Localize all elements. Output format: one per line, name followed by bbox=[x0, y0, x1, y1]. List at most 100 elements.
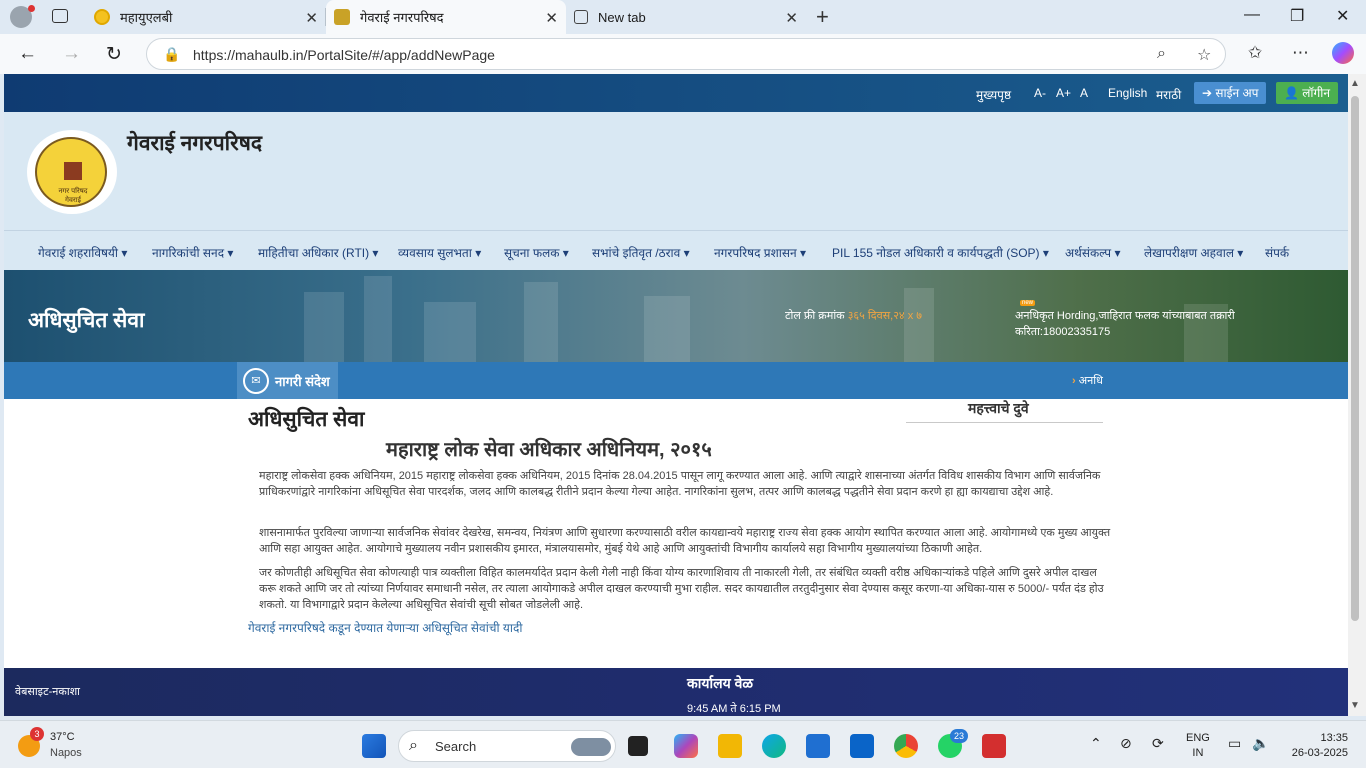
notified-services-list-link[interactable]: गेवराई नगरपरिषदे कडून देण्यात येणाऱ्या अ… bbox=[248, 619, 522, 636]
banner-building bbox=[644, 296, 690, 362]
news-marquee[interactable]: › अनधि bbox=[1072, 373, 1103, 388]
banner-building bbox=[904, 288, 934, 362]
english-language-link[interactable]: English bbox=[1108, 86, 1147, 100]
display-icon[interactable]: ▭ bbox=[1228, 735, 1241, 752]
whatsapp-badge: 23 bbox=[950, 729, 968, 743]
region-code: IN bbox=[1192, 747, 1204, 759]
scrollbar-thumb[interactable] bbox=[1351, 96, 1359, 621]
page-subheading: महाराष्ट्र लोक सेवा अधिकार अधिनियम, २०१५ bbox=[386, 439, 712, 461]
menu-item-notice-board[interactable]: सूचना फलक ▾ bbox=[504, 244, 569, 261]
font-increase-button[interactable]: A+ bbox=[1056, 86, 1071, 100]
url-text[interactable]: https://mahaulb.in/PortalSite/#/app/addN… bbox=[193, 47, 495, 63]
outlook-icon[interactable] bbox=[850, 734, 874, 758]
login-button[interactable]: 👤 लॉगीन bbox=[1276, 82, 1339, 104]
acrobat-icon[interactable] bbox=[982, 734, 1006, 758]
close-tab-icon[interactable]: ✕ bbox=[545, 9, 558, 27]
font-decrease-button[interactable]: A- bbox=[1034, 86, 1046, 100]
back-arrow-icon[interactable]: ← bbox=[18, 43, 37, 65]
font-normal-button[interactable]: A bbox=[1080, 86, 1088, 100]
favorites-icon[interactable]: ✩ bbox=[1248, 43, 1262, 63]
municipal-logo[interactable]: नगर परिषद गेवराई bbox=[27, 130, 117, 214]
copilot-app-icon[interactable] bbox=[674, 734, 698, 758]
site-info-icon[interactable]: 🔒 bbox=[163, 46, 180, 63]
menu-item-contact[interactable]: संपर्क bbox=[1265, 244, 1289, 261]
chrome-icon[interactable] bbox=[894, 734, 918, 758]
menu-item-budget[interactable]: अर्थसंकल्प ▾ bbox=[1065, 244, 1121, 261]
logo-text: नगर परिषद गेवराई bbox=[58, 188, 88, 204]
forward-arrow-icon[interactable]: → bbox=[62, 43, 81, 65]
menu-item-pil-155[interactable]: PIL 155 नोडल अधिकारी व कार्यपद्धती (SOP)… bbox=[832, 244, 1049, 261]
menu-item-ease-of-business[interactable]: व्यवसाय सुलभता ▾ bbox=[398, 244, 481, 261]
browser-tab-newtab[interactable]: New tab ✕ bbox=[566, 0, 806, 34]
chevron-right-icon: › bbox=[1072, 375, 1079, 387]
menu-item-meeting-minutes[interactable]: सभांचे इतिवृत /ठराव ▾ bbox=[592, 244, 690, 261]
clock-date: 26-03-2025 bbox=[1291, 747, 1348, 759]
toll-free-value: ३६५ दिवस,२४ x ७ bbox=[847, 310, 922, 322]
taskbar-search[interactable]: ⌕ Search bbox=[398, 730, 616, 762]
sitemap-link[interactable]: वेबसाइट-नकाशा bbox=[15, 684, 80, 699]
close-tab-icon[interactable]: ✕ bbox=[305, 9, 318, 27]
copilot-icon[interactable] bbox=[1332, 42, 1354, 64]
restore-icon[interactable]: ❐ bbox=[1290, 6, 1304, 26]
marathi-language-link[interactable]: मराठी bbox=[1156, 86, 1181, 103]
show-hidden-icons-chevron-icon[interactable]: ⌃ bbox=[1090, 735, 1102, 752]
scroll-down-icon[interactable]: ▼ bbox=[1350, 700, 1360, 711]
network-off-icon[interactable]: ⊘ bbox=[1120, 735, 1132, 752]
banner-building bbox=[364, 276, 392, 362]
volume-icon[interactable]: 🔈 bbox=[1252, 735, 1269, 752]
task-view-icon[interactable] bbox=[628, 736, 648, 756]
menu-item-about-city[interactable]: गेवराई शहराविषयी ▾ bbox=[38, 244, 127, 261]
zoom-icon[interactable]: ⌕ bbox=[1157, 45, 1166, 63]
signin-arrow-icon: ➔ bbox=[1202, 86, 1216, 100]
workspaces-icon[interactable] bbox=[52, 9, 68, 23]
citizen-news-label: ✉ नागरी संदेश bbox=[237, 362, 338, 399]
weather-temp: 37°C bbox=[50, 731, 75, 743]
address-bar[interactable]: 🔒 https://mahaulb.in/PortalSite/#/app/ad… bbox=[146, 38, 1226, 70]
microsoft-store-icon[interactable] bbox=[806, 734, 830, 758]
web-page: मुख्यपृष्ठ A- A+ A English मराठी ➔ साईन … bbox=[4, 74, 1348, 716]
logo-emblem: नगर परिषद गेवराई bbox=[35, 137, 107, 207]
toll-free-info: टोल फ्री क्रमांक ३६५ दिवस,२४ x ७ bbox=[785, 308, 922, 323]
scroll-up-icon[interactable]: ▲ bbox=[1350, 78, 1360, 89]
menu-item-rti[interactable]: माहितीचा अधिकार (RTI) ▾ bbox=[258, 244, 378, 261]
tab-title: महायुएलबी bbox=[120, 10, 173, 25]
office-hours-title: कार्यालय वेळ bbox=[687, 675, 754, 691]
main-content: अधिसुचित सेवा महाराष्ट्र लोक सेवा अधिकार… bbox=[4, 399, 1348, 668]
content-paragraph: जर कोणतीही अधिसूचित सेवा कोणत्याही पात्र… bbox=[259, 567, 1104, 611]
menu-item-audit-report[interactable]: लेखापरीक्षण अहवाल ▾ bbox=[1144, 244, 1243, 261]
search-highlight-image bbox=[571, 738, 611, 756]
file-explorer-icon[interactable] bbox=[718, 734, 742, 758]
site-favicon-icon bbox=[94, 9, 110, 25]
office-hours-value: 9:45 AM ते 6:15 PM bbox=[687, 703, 781, 715]
user-icon: 👤 bbox=[1284, 86, 1303, 100]
language-indicator[interactable]: ENG IN bbox=[1186, 731, 1210, 761]
browser-tab-mahaulb[interactable]: महायुएलबी ✕ bbox=[86, 0, 326, 34]
top-utility-bar: मुख्यपृष्ठ A- A+ A English मराठी ➔ साईन … bbox=[4, 74, 1348, 112]
home-link[interactable]: मुख्यपृष्ठ bbox=[976, 86, 1011, 103]
more-options-icon[interactable]: ⋯ bbox=[1292, 43, 1309, 63]
menu-item-administration[interactable]: नगरपरिषद प्रशासन ▾ bbox=[714, 244, 806, 261]
content-paragraph: महाराष्ट्र लोकसेवा हक्क अधिनियम, 2015 मह… bbox=[259, 470, 1101, 498]
site-title: गेवराई नगरपरिषद bbox=[127, 132, 262, 155]
edge-browser-icon[interactable] bbox=[762, 734, 786, 758]
site-favicon-icon bbox=[334, 9, 350, 25]
menu-item-citizen-charter[interactable]: नागरिकांची सनद ▾ bbox=[152, 244, 233, 261]
browser-tab-gevrai[interactable]: गेवराई नगरपरिषद ✕ bbox=[326, 0, 566, 34]
new-badge: new bbox=[1020, 300, 1036, 306]
favorite-star-icon[interactable]: ☆ bbox=[1197, 45, 1211, 65]
main-nav-menu: गेवराई शहराविषयी ▾ नागरिकांची सनद ▾ माहि… bbox=[4, 230, 1348, 270]
close-tab-icon[interactable]: ✕ bbox=[785, 9, 798, 27]
logo-house-icon bbox=[64, 162, 82, 180]
minimize-icon[interactable]: — bbox=[1244, 6, 1260, 24]
system-clock[interactable]: 13:35 26-03-2025 bbox=[1288, 731, 1348, 761]
weather-city: Napos bbox=[50, 747, 82, 759]
new-tab-plus-icon[interactable]: + bbox=[816, 4, 829, 30]
page-scrollbar[interactable]: ▲ ▼ bbox=[1348, 74, 1366, 716]
sync-icon[interactable]: ⟳ bbox=[1152, 735, 1164, 752]
close-window-icon[interactable]: ✕ bbox=[1336, 6, 1349, 26]
windows-start-icon[interactable] bbox=[362, 734, 386, 758]
reload-icon[interactable]: ↻ bbox=[106, 43, 122, 66]
newtab-icon bbox=[574, 10, 588, 24]
tab-title: New tab bbox=[598, 9, 646, 25]
signup-button[interactable]: ➔ साईन अप bbox=[1194, 82, 1267, 104]
